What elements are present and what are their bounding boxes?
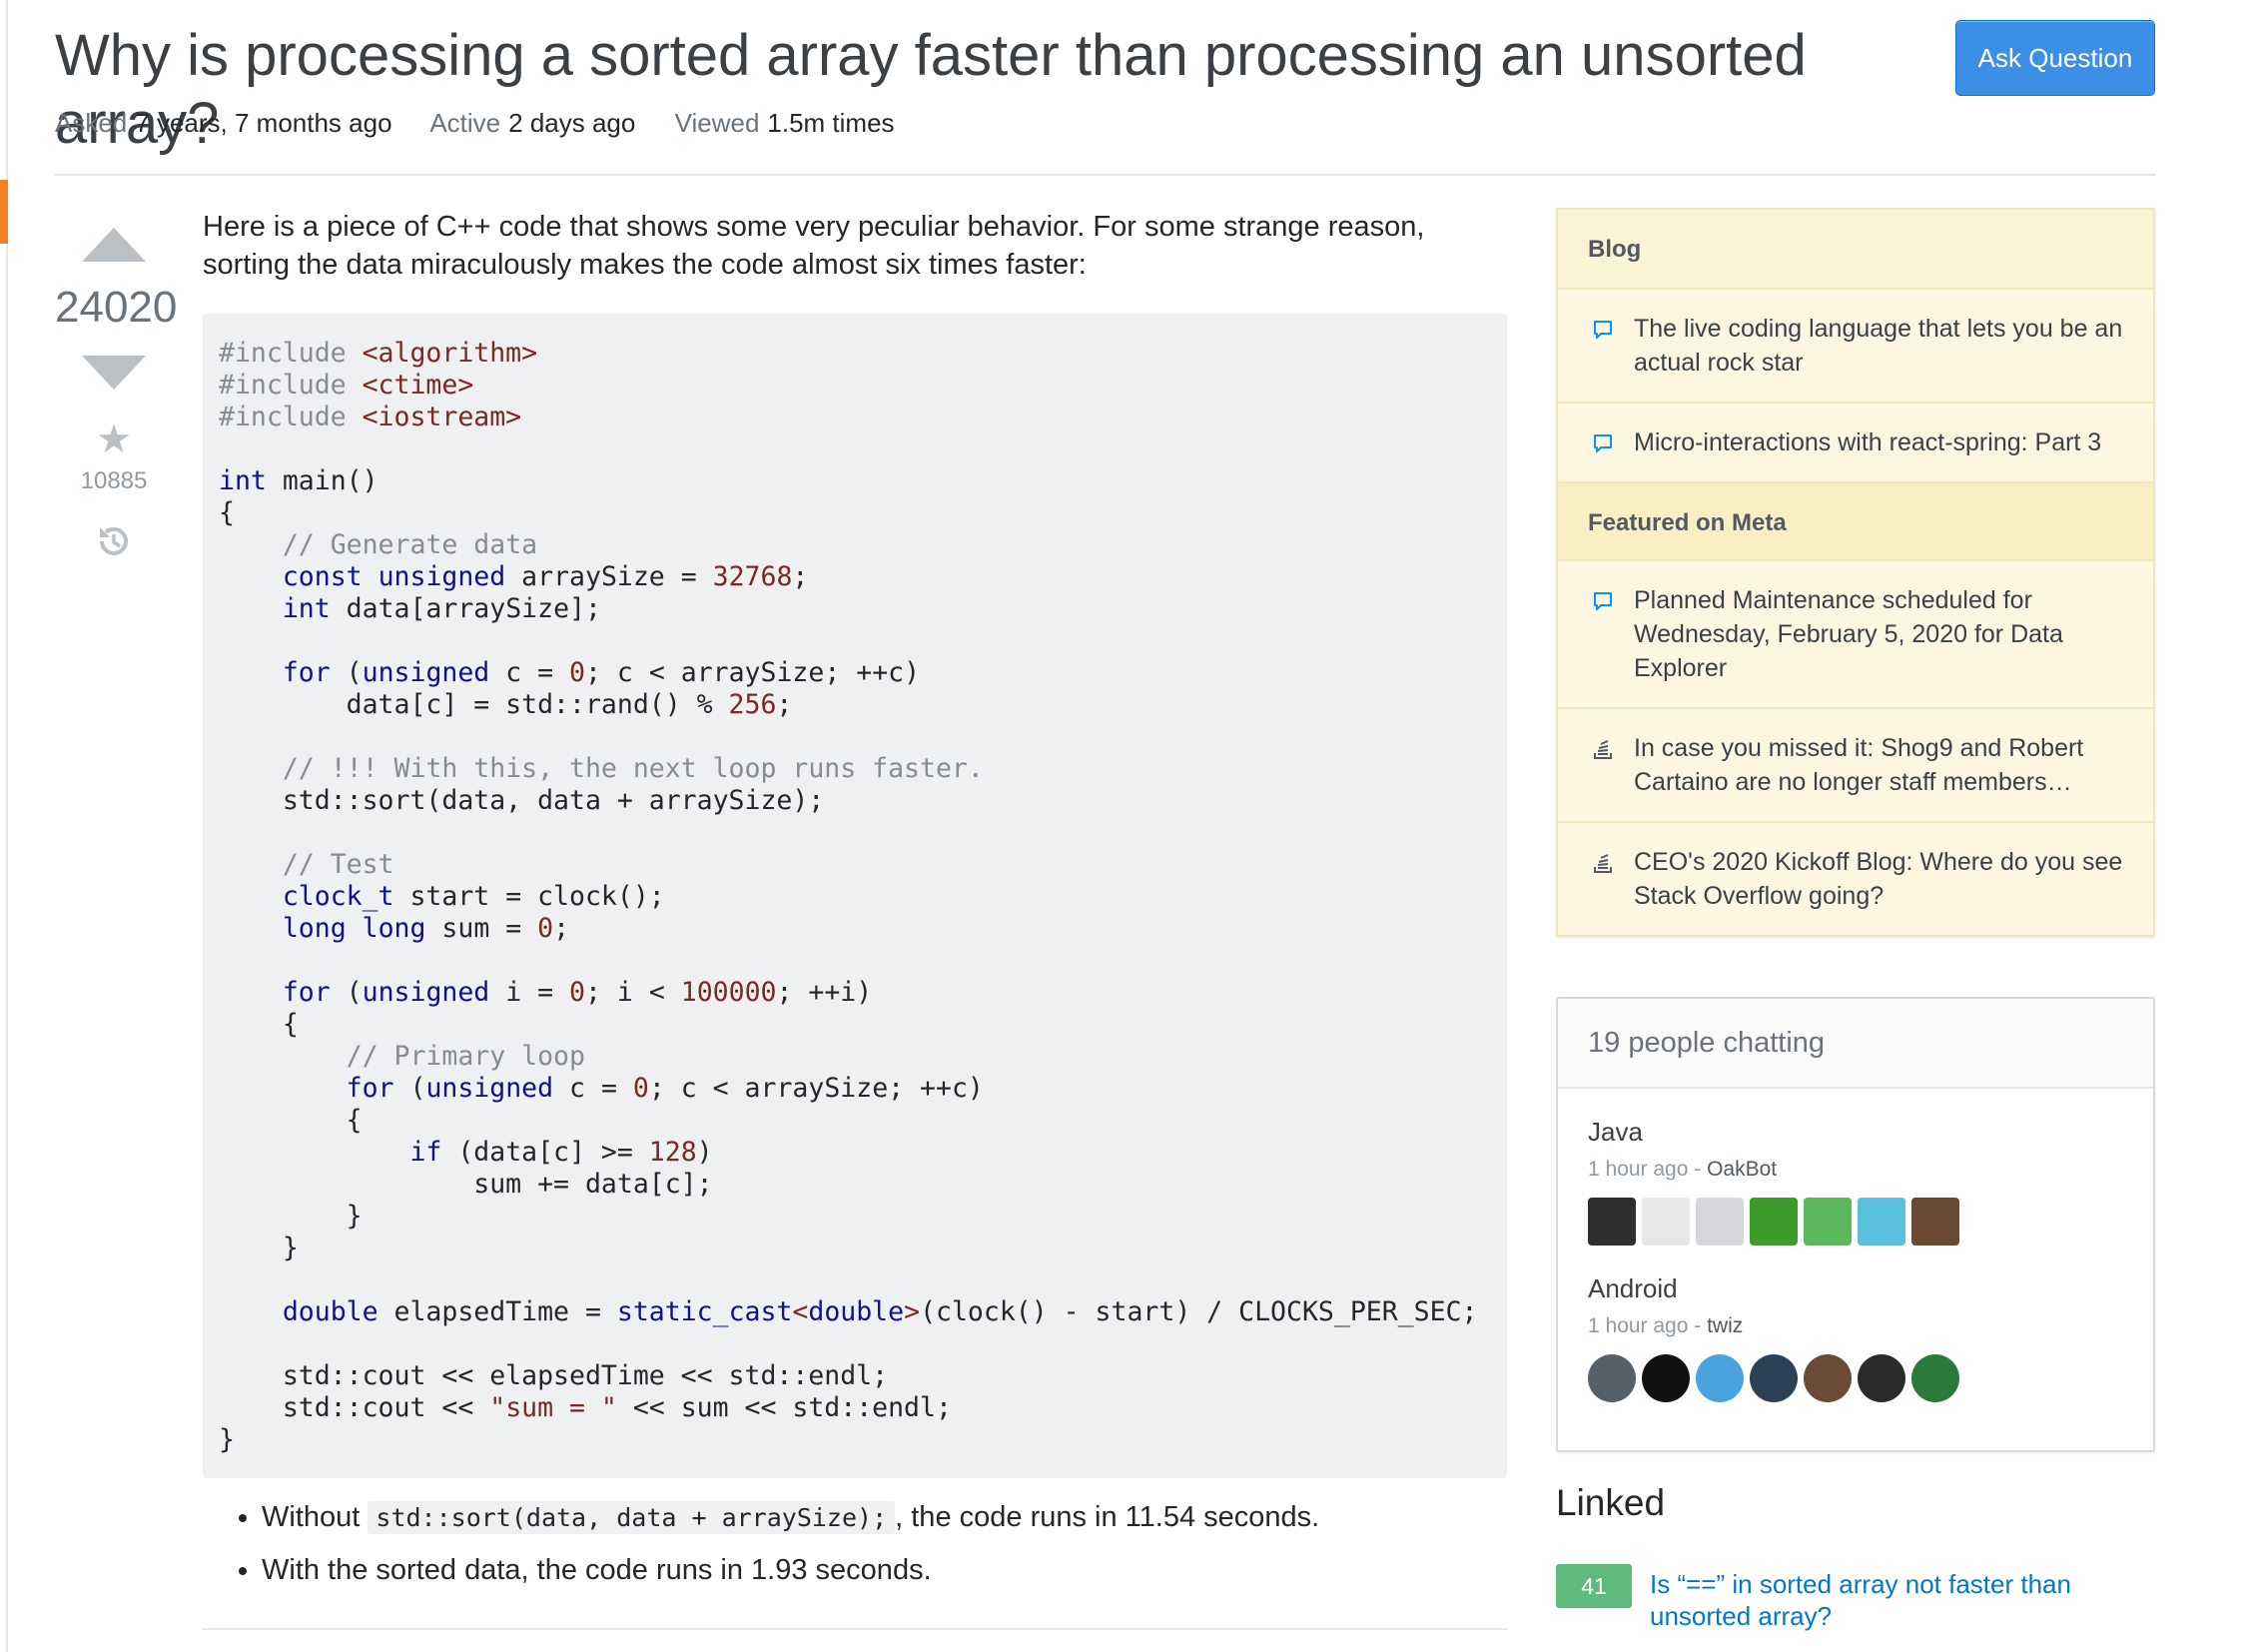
active-nav-marker <box>0 180 8 244</box>
activity-user[interactable]: twiz <box>1707 1314 1743 1337</box>
avatar[interactable] <box>1804 1354 1852 1402</box>
activity-separator: - <box>1688 1314 1708 1337</box>
blog-header: Blog <box>1558 210 2153 290</box>
sidebar-item[interactable]: In case you missed it: Shog9 and Robert … <box>1558 709 2153 823</box>
avatar[interactable] <box>1804 1198 1852 1245</box>
asked-label: Asked <box>55 108 128 138</box>
chat-avatars <box>1588 1198 2123 1245</box>
sidebar-item-label[interactable]: In case you missed it: Shog9 and Robert … <box>1634 734 2083 796</box>
activity-time: 1 hour ago <box>1588 1314 1689 1337</box>
avatar[interactable] <box>1750 1354 1798 1402</box>
left-border <box>6 0 8 1652</box>
sidebar-item[interactable]: The live coding language that lets you b… <box>1558 290 2153 404</box>
featured-on-meta-header: Featured on Meta <box>1558 481 2153 561</box>
viewed-value: 1.5m times <box>767 108 895 138</box>
chat-room-name[interactable]: Android <box>1588 1273 2123 1304</box>
header-divider <box>55 174 2156 176</box>
sidebar-item-label[interactable]: Micro-interactions with react-spring: Pa… <box>1634 428 2101 456</box>
linked-score-badge[interactable]: 41 <box>1556 1564 1632 1608</box>
bullet-text: Without <box>262 1501 361 1533</box>
sidebar-item[interactable]: Micro-interactions with react-spring: Pa… <box>1558 404 2153 481</box>
sidebar-item[interactable]: CEO's 2020 Kickoff Blog: Where do you se… <box>1558 823 2153 935</box>
chat-room-activity: 1 hour ago - twiz <box>1588 1314 2123 1338</box>
avatar[interactable] <box>1642 1354 1690 1402</box>
avatar[interactable] <box>1642 1198 1690 1245</box>
linked-item: 41 Is “==” in sorted array not faster tha… <box>1556 1564 2155 1632</box>
history-icon[interactable] <box>94 521 134 561</box>
favorite-count: 10885 <box>80 467 148 494</box>
stack-exchange-icon <box>1592 849 1614 883</box>
chat-widget: 19 people chatting Java 1 hour ago - OakB… <box>1556 997 2155 1452</box>
post-divider <box>203 1628 1507 1630</box>
speech-bubble-icon <box>1592 316 1614 350</box>
downvote-arrow-icon[interactable] <box>82 356 146 390</box>
active-label: Active <box>429 108 501 138</box>
chat-room: Android 1 hour ago - twiz <box>1558 1273 2153 1402</box>
activity-user[interactable]: OakBot <box>1707 1158 1777 1181</box>
inline-code: std::sort(data, data + arraySize); <box>368 1501 896 1534</box>
viewed-label: Viewed <box>674 108 760 138</box>
question-page: Why is processing a sorted array faster … <box>0 0 2265 1652</box>
vote-count: 24020 <box>55 283 178 332</box>
activity-separator: - <box>1688 1158 1708 1181</box>
speech-bubble-icon <box>1592 587 1614 621</box>
linked-heading: Linked <box>1556 1482 1666 1523</box>
stack-exchange-icon <box>1592 735 1614 769</box>
avatar[interactable] <box>1588 1354 1636 1402</box>
asked-value: 7 years, 7 months ago <box>135 108 392 138</box>
bullet-text: , the code runs in 11.54 seconds. <box>895 1501 1320 1533</box>
chat-room-activity: 1 hour ago - OakBot <box>1588 1158 2123 1182</box>
question-meta: Asked 7 years, 7 months ago Active 2 days … <box>55 108 927 139</box>
sidebar-blog-meta: Blog The live coding language that lets … <box>1556 208 2155 937</box>
avatar[interactable] <box>1696 1354 1744 1402</box>
vote-cell: 24020 ★ 10885 <box>55 220 178 561</box>
avatar[interactable] <box>1858 1354 1905 1402</box>
list-item: With the sorted data, the code runs in 1… <box>262 1551 1550 1589</box>
avatar[interactable] <box>1750 1198 1798 1245</box>
active-value[interactable]: 2 days ago <box>508 108 635 138</box>
avatar[interactable] <box>1911 1354 1959 1402</box>
chat-avatars <box>1588 1354 2123 1402</box>
avatar[interactable] <box>1911 1198 1959 1245</box>
sidebar-item-label[interactable]: CEO's 2020 Kickoff Blog: Where do you se… <box>1634 848 2122 910</box>
linked-question-link[interactable]: Is “==” in sorted array not faster than … <box>1650 1568 2099 1632</box>
timing-list: Without std::sort(data, data + arraySize… <box>230 1498 1550 1603</box>
ask-question-button[interactable]: Ask Question <box>1955 20 2155 96</box>
chat-header[interactable]: 19 people chatting <box>1558 999 2153 1089</box>
avatar[interactable] <box>1696 1198 1744 1245</box>
chat-room-name[interactable]: Java <box>1588 1117 2123 1148</box>
sidebar-item-label[interactable]: The live coding language that lets you b… <box>1634 315 2122 377</box>
chat-room: Java 1 hour ago - OakBot <box>1558 1117 2153 1245</box>
avatar[interactable] <box>1588 1198 1636 1245</box>
speech-bubble-icon <box>1592 429 1614 463</box>
avatar[interactable] <box>1858 1198 1905 1245</box>
question-body-intro: Here is a piece of C++ code that shows s… <box>203 211 1425 281</box>
favorite-star-icon[interactable]: ★ <box>55 419 173 459</box>
code-block: #include <algorithm> #include <ctime> #i… <box>203 314 1507 1478</box>
upvote-arrow-icon[interactable] <box>82 228 146 262</box>
list-item: Without std::sort(data, data + arraySize… <box>262 1498 1550 1537</box>
activity-time: 1 hour ago <box>1588 1158 1689 1181</box>
sidebar-item[interactable]: Planned Maintenance scheduled for Wednes… <box>1558 561 2153 709</box>
sidebar-item-label[interactable]: Planned Maintenance scheduled for Wednes… <box>1634 586 2063 682</box>
